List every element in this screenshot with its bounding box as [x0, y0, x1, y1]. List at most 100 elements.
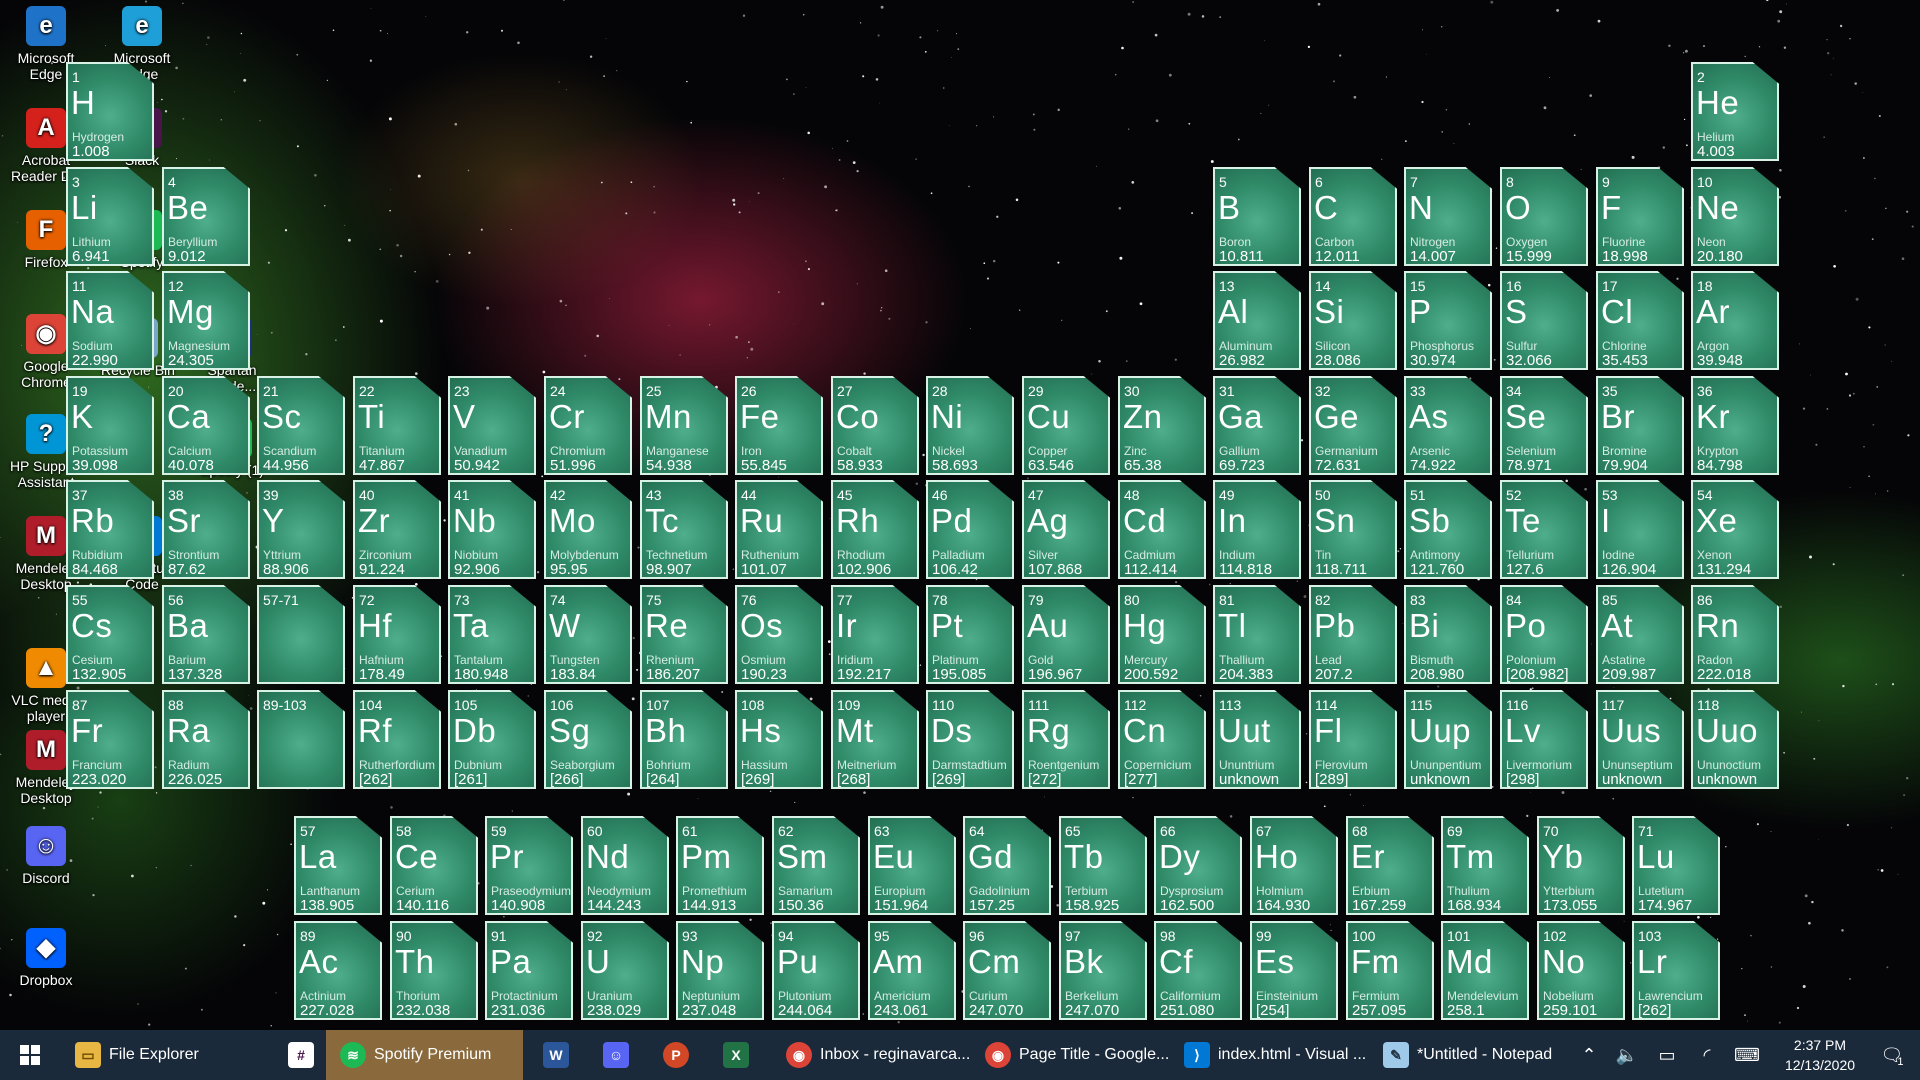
element-tile[interactable]: 79 Au Gold 196.967: [1022, 585, 1110, 684]
element-tile[interactable]: 61 Pm Promethium 144.913: [676, 816, 764, 915]
element-tile[interactable]: 74 W Tungsten 183.84: [544, 585, 632, 684]
element-tile[interactable]: 75 Re Rhenium 186.207: [640, 585, 728, 684]
element-tile[interactable]: 52 Te Tellurium 127.6: [1500, 480, 1588, 579]
element-tile[interactable]: 38 Sr Strontium 87.62: [162, 480, 250, 579]
element-tile[interactable]: 17 Cl Chlorine 35.453: [1596, 271, 1684, 370]
element-tile[interactable]: 11 Na Sodium 22.990: [66, 271, 154, 370]
element-tile[interactable]: 26 Fe Iron 55.845: [735, 376, 823, 475]
element-tile[interactable]: 90 Th Thorium 232.038: [390, 921, 478, 1020]
element-tile[interactable]: 101 Md Mendelevium 258.1: [1441, 921, 1529, 1020]
element-tile[interactable]: 115 Uup Ununpentium unknown: [1404, 690, 1492, 789]
element-tile[interactable]: 57-71: [257, 585, 345, 684]
element-tile[interactable]: 56 Ba Barium 137.328: [162, 585, 250, 684]
element-tile[interactable]: 95 Am Americium 243.061: [868, 921, 956, 1020]
element-tile[interactable]: 22 Ti Titanium 47.867: [353, 376, 441, 475]
element-tile[interactable]: 83 Bi Bismuth 208.980: [1404, 585, 1492, 684]
element-tile[interactable]: 114 Fl Flerovium [289]: [1309, 690, 1397, 789]
element-tile[interactable]: 73 Ta Tantalum 180.948: [448, 585, 536, 684]
element-tile[interactable]: 81 Tl Thallium 204.383: [1213, 585, 1301, 684]
element-tile[interactable]: 18 Ar Argon 39.948: [1691, 271, 1779, 370]
element-tile[interactable]: 93 Np Neptunium 237.048: [676, 921, 764, 1020]
element-tile[interactable]: 105 Db Dubnium [261]: [448, 690, 536, 789]
element-tile[interactable]: 53 I Iodine 126.904: [1596, 480, 1684, 579]
element-tile[interactable]: 113 Uut Ununtrium unknown: [1213, 690, 1301, 789]
element-tile[interactable]: 72 Hf Hafnium 178.49: [353, 585, 441, 684]
element-tile[interactable]: 25 Mn Manganese 54.938: [640, 376, 728, 475]
element-tile[interactable]: 87 Fr Francium 223.020: [66, 690, 154, 789]
taskbar-slack[interactable]: #: [276, 1030, 326, 1080]
element-tile[interactable]: 57 La Lanthanum 138.905: [294, 816, 382, 915]
element-tile[interactable]: 117 Uus Ununseptium unknown: [1596, 690, 1684, 789]
element-tile[interactable]: 68 Er Erbium 167.259: [1346, 816, 1434, 915]
element-tile[interactable]: 86 Rn Radon 222.018: [1691, 585, 1779, 684]
taskbar-excel[interactable]: X: [716, 1030, 756, 1080]
taskbar-chrome-page[interactable]: ◉ Page Title - Google...: [975, 1030, 1171, 1080]
element-tile[interactable]: 21 Sc Scandium 44.956: [257, 376, 345, 475]
element-tile[interactable]: 9 F Fluorine 18.998: [1596, 167, 1684, 266]
element-tile[interactable]: 104 Rf Rutherfordium [262]: [353, 690, 441, 789]
element-tile[interactable]: 78 Pt Platinum 195.085: [926, 585, 1014, 684]
element-tile[interactable]: 66 Dy Dysprosium 162.500: [1154, 816, 1242, 915]
element-tile[interactable]: 82 Pb Lead 207.2: [1309, 585, 1397, 684]
element-tile[interactable]: 110 Ds Darmstadtium [269]: [926, 690, 1014, 789]
element-tile[interactable]: 116 Lv Livermorium [298]: [1500, 690, 1588, 789]
element-tile[interactable]: 54 Xe Xenon 131.294: [1691, 480, 1779, 579]
element-tile[interactable]: 84 Po Polonium [208.982]: [1500, 585, 1588, 684]
element-tile[interactable]: 20 Ca Calcium 40.078: [162, 376, 250, 475]
element-tile[interactable]: 49 In Indium 114.818: [1213, 480, 1301, 579]
taskbar-word[interactable]: W: [536, 1030, 576, 1080]
element-tile[interactable]: 40 Zr Zirconium 91.224: [353, 480, 441, 579]
element-tile[interactable]: 64 Gd Gadolinium 157.25: [963, 816, 1051, 915]
element-tile[interactable]: 69 Tm Thulium 168.934: [1441, 816, 1529, 915]
element-tile[interactable]: 24 Cr Chromium 51.996: [544, 376, 632, 475]
clock[interactable]: 2:37 PM 12/13/2020: [1770, 1030, 1870, 1080]
element-tile[interactable]: 77 Ir Iridium 192.217: [831, 585, 919, 684]
element-tile[interactable]: 19 K Potassium 39.098: [66, 376, 154, 475]
element-tile[interactable]: 65 Tb Terbium 158.925: [1059, 816, 1147, 915]
element-tile[interactable]: 39 Y Yttrium 88.906: [257, 480, 345, 579]
element-tile[interactable]: 55 Cs Cesium 132.905: [66, 585, 154, 684]
element-tile[interactable]: 12 Mg Magnesium 24.305: [162, 271, 250, 370]
element-tile[interactable]: 109 Mt Meitnerium [268]: [831, 690, 919, 789]
element-tile[interactable]: 37 Rb Rubidium 84.468: [66, 480, 154, 579]
taskbar-discord[interactable]: ☺: [596, 1030, 636, 1080]
element-tile[interactable]: 71 Lu Lutetium 174.967: [1632, 816, 1720, 915]
element-tile[interactable]: 112 Cn Copernicium [277]: [1118, 690, 1206, 789]
element-tile[interactable]: 47 Ag Silver 107.868: [1022, 480, 1110, 579]
element-tile[interactable]: 94 Pu Plutonium 244.064: [772, 921, 860, 1020]
element-tile[interactable]: 111 Rg Roentgenium [272]: [1022, 690, 1110, 789]
element-tile[interactable]: 63 Eu Europium 151.964: [868, 816, 956, 915]
element-tile[interactable]: 42 Mo Molybdenum 95.95: [544, 480, 632, 579]
element-tile[interactable]: 29 Cu Copper 63.546: [1022, 376, 1110, 475]
element-tile[interactable]: 1 H Hydrogen 1.008: [66, 62, 154, 161]
element-tile[interactable]: 32 Ge Germanium 72.631: [1309, 376, 1397, 475]
element-tile[interactable]: 92 U Uranium 238.029: [581, 921, 669, 1020]
element-tile[interactable]: 100 Fm Fermium 257.095: [1346, 921, 1434, 1020]
element-tile[interactable]: 46 Pd Palladium 106.42: [926, 480, 1014, 579]
element-tile[interactable]: 5 B Boron 10.811: [1213, 167, 1301, 266]
element-tile[interactable]: 10 Ne Neon 20.180: [1691, 167, 1779, 266]
show-hidden-icons[interactable]: ⌃: [1576, 1030, 1602, 1080]
element-tile[interactable]: 67 Ho Holmium 164.930: [1250, 816, 1338, 915]
desktop-shortcut[interactable]: ◆ Dropbox: [4, 928, 88, 988]
element-tile[interactable]: 108 Hs Hassium [269]: [735, 690, 823, 789]
element-tile[interactable]: 48 Cd Cadmium 112.414: [1118, 480, 1206, 579]
element-tile[interactable]: 88 Ra Radium 226.025: [162, 690, 250, 789]
element-tile[interactable]: 99 Es Einsteinium [254]: [1250, 921, 1338, 1020]
element-tile[interactable]: 102 No Nobelium 259.101: [1537, 921, 1625, 1020]
taskbar-file-explorer[interactable]: ▭ File Explorer: [75, 1030, 265, 1080]
element-tile[interactable]: 89-103: [257, 690, 345, 789]
element-tile[interactable]: 58 Ce Cerium 140.116: [390, 816, 478, 915]
taskbar-notepad[interactable]: ✎ *Untitled - Notepad: [1373, 1030, 1569, 1080]
element-tile[interactable]: 51 Sb Antimony 121.760: [1404, 480, 1492, 579]
element-tile[interactable]: 31 Ga Gallium 69.723: [1213, 376, 1301, 475]
element-tile[interactable]: 60 Nd Neodymium 144.243: [581, 816, 669, 915]
element-tile[interactable]: 4 Be Beryllium 9.012: [162, 167, 250, 266]
element-tile[interactable]: 91 Pa Protactinium 231.036: [485, 921, 573, 1020]
element-tile[interactable]: 106 Sg Seaborgium [266]: [544, 690, 632, 789]
volume-icon[interactable]: 🔈: [1614, 1030, 1640, 1080]
element-tile[interactable]: 15 P Phosphorus 30.974: [1404, 271, 1492, 370]
element-tile[interactable]: 30 Zn Zinc 65.38: [1118, 376, 1206, 475]
element-tile[interactable]: 2 He Helium 4.003: [1691, 62, 1779, 161]
element-tile[interactable]: 6 C Carbon 12.011: [1309, 167, 1397, 266]
